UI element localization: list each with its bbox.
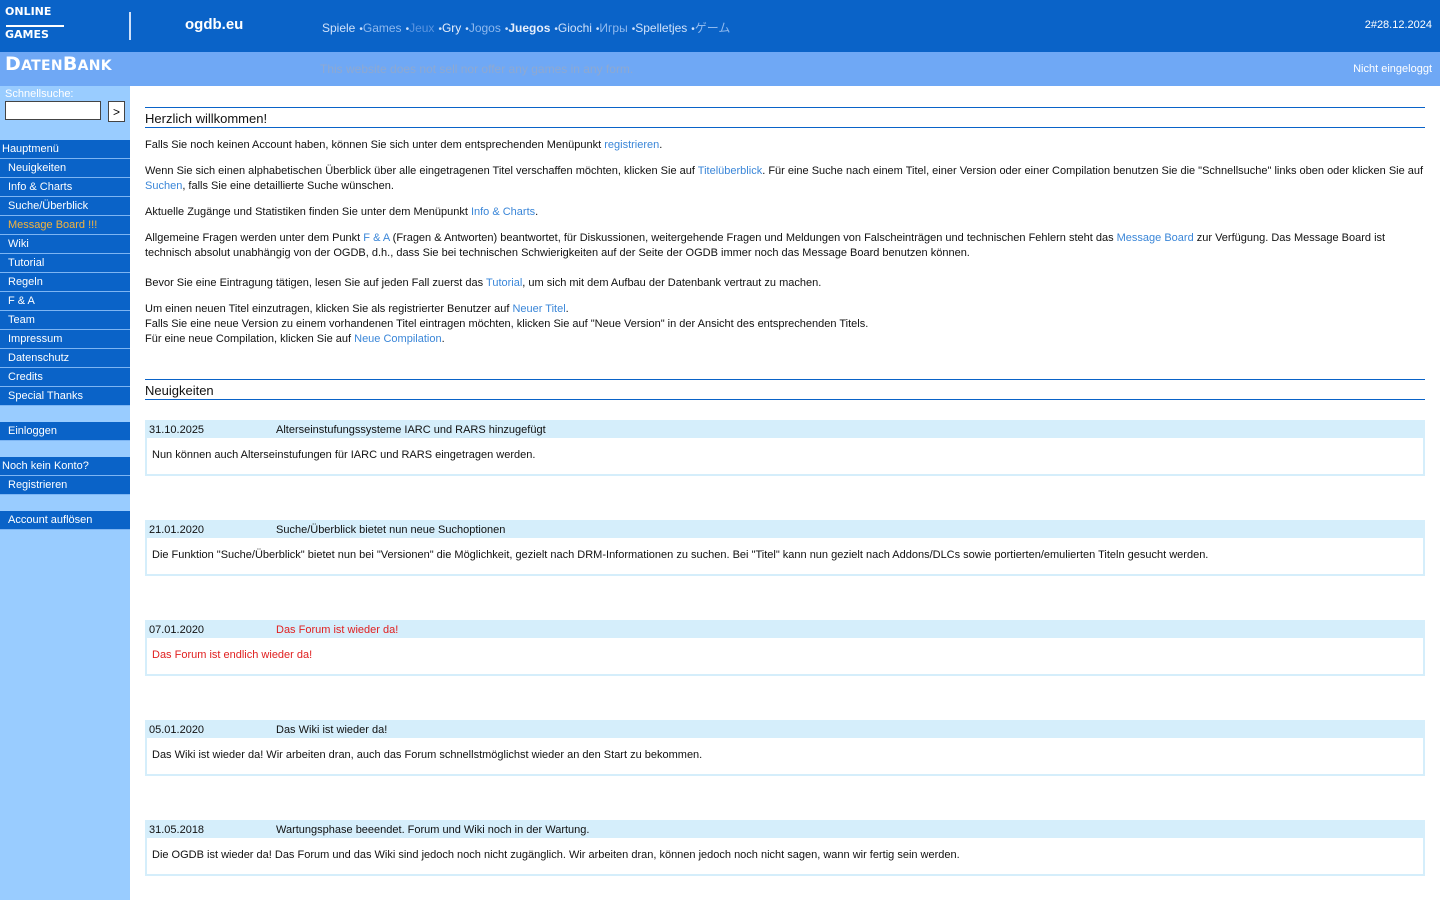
- news-item: 05.01.2020 Das Wiki ist wieder da! Das Wik…: [145, 720, 1425, 776]
- tutorial-inline-link[interactable]: Tutorial: [486, 277, 522, 289]
- sidebar-item[interactable]: Special Thanks: [0, 387, 130, 406]
- register-link[interactable]: Registrieren: [0, 476, 130, 495]
- news-header: 31.05.2018 Wartungsphase beeendet. Forum …: [147, 822, 1423, 838]
- info-charts-inline-link[interactable]: Info & Charts: [471, 206, 535, 218]
- news-header: 07.01.2020 Das Forum ist wieder da!: [147, 622, 1423, 638]
- new-compilation-link[interactable]: Neue Compilation: [354, 333, 441, 345]
- quicksearch-label: Schnellsuche:: [5, 88, 74, 100]
- welcome-paragraph-6: Um einen neuen Titel einzutragen, klicke…: [145, 303, 869, 345]
- news-item: 21.01.2020 Suche/Überblick bietet nun neu…: [145, 520, 1425, 576]
- welcome-paragraph-5: Bevor Sie eine Eintragung tätigen, lesen…: [145, 277, 822, 289]
- welcome-paragraph-2: Wenn Sie sich einen alphabetischen Überb…: [145, 165, 1424, 192]
- quicksearch-input[interactable]: [5, 101, 101, 120]
- news-date: 07.01.2020: [149, 624, 205, 636]
- language-link[interactable]: Игры: [599, 21, 627, 35]
- welcome-paragraph-4: Allgemeine Fragen werden unter dem Punkt…: [145, 232, 1386, 259]
- login-link[interactable]: Einloggen: [0, 422, 130, 441]
- sidebar-item[interactable]: Suche/Überblick: [0, 197, 130, 216]
- sidebar-item[interactable]: Message Board !!!: [0, 216, 130, 235]
- delete-account-link[interactable]: Account auflösen: [0, 511, 130, 530]
- search-inline-link[interactable]: Suchen: [145, 180, 182, 192]
- quicksearch-button[interactable]: >: [108, 101, 125, 122]
- language-link[interactable]: Spelletjes: [635, 21, 687, 35]
- language-link[interactable]: Juegos: [508, 21, 550, 35]
- login-status: Nicht eingeloggt: [1353, 63, 1432, 75]
- login-menu: Einloggen: [0, 422, 130, 441]
- news-date: 05.01.2020: [149, 724, 205, 736]
- sidebar-item[interactable]: Neuigkeiten: [0, 159, 130, 178]
- news-headline: Wartungsphase beeendet. Forum und Wiki n…: [276, 824, 590, 836]
- news-body: Die Funktion "Suche/Überblick" bietet nu…: [152, 549, 1209, 561]
- header-divider: [129, 12, 131, 40]
- logo-underline: [6, 25, 64, 27]
- new-title-link[interactable]: Neuer Titel: [512, 303, 565, 315]
- news-item: 31.05.2018 Wartungsphase beeendet. Forum …: [145, 820, 1425, 876]
- language-link[interactable]: Jogos: [469, 21, 501, 35]
- sub-header: DATENBANK This website does not sell nor…: [0, 52, 1440, 86]
- sidebar-item[interactable]: Impressum: [0, 330, 130, 349]
- language-link[interactable]: Spiele: [322, 21, 355, 35]
- sidebar-item[interactable]: Credits: [0, 368, 130, 387]
- sidebar: Schnellsuche: > Hauptmenü Neuigkeiten Info…: [0, 86, 130, 900]
- site-name[interactable]: ogdb.eu: [185, 16, 243, 33]
- news-date: 31.05.2018: [149, 824, 205, 836]
- sidebar-item[interactable]: Datenschutz: [0, 349, 130, 368]
- title-overview-link[interactable]: Titelüberblick: [698, 165, 762, 177]
- logo-line-datenbank[interactable]: DATENBANK: [5, 55, 112, 74]
- language-link[interactable]: Giochi: [558, 21, 592, 35]
- news-body: Die OGDB ist wieder da! Das Forum und da…: [152, 849, 960, 861]
- news-body: Das Forum ist endlich wieder da!: [152, 649, 313, 661]
- header-date: 2#28.12.2024: [1364, 19, 1432, 31]
- news-title: Neuigkeiten: [145, 379, 1425, 400]
- account-menu: Account auflösen: [0, 511, 130, 530]
- register-menu: Noch kein Konto? Registrieren: [0, 457, 130, 495]
- language-link[interactable]: Games: [363, 21, 402, 35]
- welcome-paragraph-1: Falls Sie noch keinen Account haben, kön…: [145, 139, 663, 151]
- news-headline: Das Wiki ist wieder da!: [276, 724, 388, 736]
- sidebar-item[interactable]: Tutorial: [0, 254, 130, 273]
- language-link[interactable]: Jeux: [409, 21, 434, 35]
- faq-inline-link[interactable]: F & A: [363, 232, 389, 244]
- language-link[interactable]: ゲーム: [695, 21, 731, 35]
- logo-line-online: ONLINE: [5, 5, 52, 18]
- welcome-title: Herzlich willkommen!: [145, 107, 1425, 128]
- disclaimer-text: This website does not sell nor offer any…: [320, 62, 634, 76]
- sidebar-item[interactable]: Team: [0, 311, 130, 330]
- no-account-heading: Noch kein Konto?: [0, 457, 130, 476]
- news-headline: Suche/Überblick bietet nun neue Suchopti…: [276, 524, 506, 536]
- news-headline: Das Forum ist wieder da!: [276, 624, 399, 636]
- news-date: 31.10.2025: [149, 424, 205, 436]
- sidebar-item[interactable]: F & A: [0, 292, 130, 311]
- language-links: Spiele •Games •Jeux •Gry •Jogos •Juegos •Gioch…: [322, 19, 730, 36]
- news-header: 05.01.2020 Das Wiki ist wieder da!: [147, 722, 1423, 738]
- register-inline-link[interactable]: registrieren: [604, 139, 659, 151]
- news-date: 21.01.2020: [149, 524, 205, 536]
- main-menu-heading: Hauptmenü: [0, 140, 130, 159]
- welcome-paragraph-3: Aktuelle Zugänge und Statistiken finden …: [145, 206, 539, 218]
- news-body: Das Wiki ist wieder da! Wir arbeiten dra…: [152, 749, 703, 761]
- main-menu: Hauptmenü Neuigkeiten Info & Charts Suche/Ü…: [0, 140, 130, 406]
- sidebar-item[interactable]: Regeln: [0, 273, 130, 292]
- news-body: Nun können auch Alterseinstufungen für I…: [152, 449, 536, 461]
- news-header: 31.10.2025 Alterseinstufungssysteme IARC …: [147, 422, 1423, 438]
- top-header: ONLINE GAMES ogdb.eu Spiele •Games •Jeux •G…: [0, 0, 1440, 52]
- news-header: 21.01.2020 Suche/Überblick bietet nun neu…: [147, 522, 1423, 538]
- language-link[interactable]: Gry: [442, 21, 461, 35]
- sidebar-item[interactable]: Wiki: [0, 235, 130, 254]
- news-item: 31.10.2025 Alterseinstufungssysteme IARC …: [145, 420, 1425, 476]
- logo-line-games: GAMES: [5, 28, 49, 41]
- sidebar-item[interactable]: Info & Charts: [0, 178, 130, 197]
- message-board-inline-link[interactable]: Message Board: [1117, 232, 1194, 244]
- news-item: 07.01.2020 Das Forum ist wieder da! Das Fo…: [145, 620, 1425, 676]
- news-headline: Alterseinstufungssysteme IARC und RARS h…: [276, 424, 546, 436]
